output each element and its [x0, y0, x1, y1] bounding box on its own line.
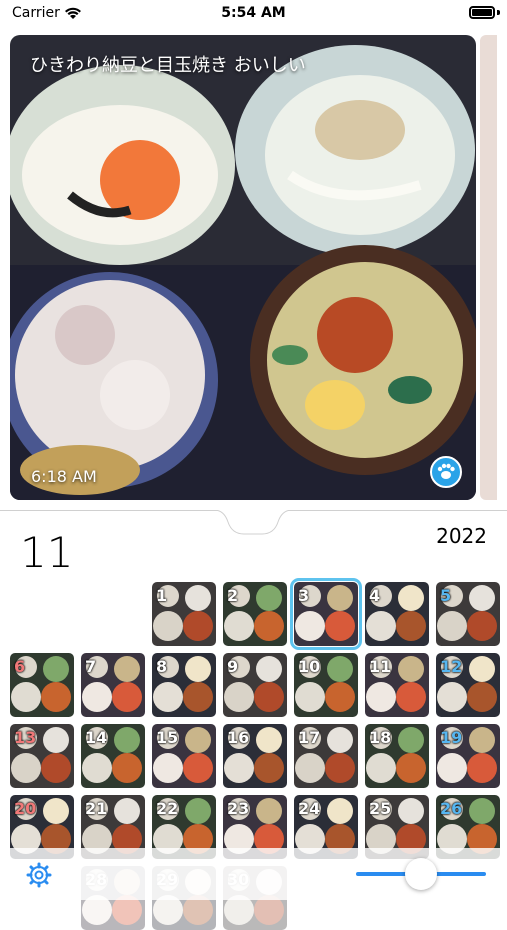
day-number: 8 — [156, 657, 168, 676]
calendar-day-14[interactable]: 14 — [81, 724, 145, 788]
photo-time: 6:18 AM — [31, 467, 97, 486]
calendar-day-13[interactable]: 13 — [10, 724, 74, 788]
year-label: 2022 — [436, 524, 487, 548]
calendar-day-9[interactable]: 9 — [223, 653, 287, 717]
day-number: 9 — [227, 657, 239, 676]
calendar-day-7[interactable]: 7 — [81, 653, 145, 717]
day-number: 14 — [85, 728, 108, 747]
calendar-day-2[interactable]: 2 — [223, 582, 287, 646]
photo-caption: ひきわり納豆と目玉焼き おいしい — [30, 55, 306, 76]
calendar-day-8[interactable]: 8 — [152, 653, 216, 717]
next-photo-peek[interactable] — [480, 35, 497, 500]
day-number: 3 — [298, 586, 310, 605]
day-number: 12 — [440, 657, 463, 676]
calendar-day-6[interactable]: 6 — [10, 653, 74, 717]
battery-tip — [497, 10, 500, 15]
day-number: 15 — [156, 728, 179, 747]
day-number: 23 — [227, 799, 250, 818]
calendar-day-11[interactable]: 11 — [365, 653, 429, 717]
calendar-day-18[interactable]: 18 — [365, 724, 429, 788]
calendar-day-3[interactable]: 3 — [290, 578, 362, 650]
day-number: 20 — [14, 799, 37, 818]
calendar-day-10[interactable]: 10 — [294, 653, 358, 717]
paw-icon[interactable] — [430, 456, 462, 488]
day-number: 22 — [156, 799, 179, 818]
hero-photo[interactable]: ひきわり納豆と目玉焼き おいしい 6:18 AM — [10, 35, 476, 500]
calendar-day-19[interactable]: 19 — [436, 724, 500, 788]
day-number: 16 — [227, 728, 250, 747]
calendar-day-1[interactable]: 1 — [152, 582, 216, 646]
battery-icon — [469, 6, 495, 19]
paw-glyph — [437, 463, 455, 479]
day-number: 10 — [298, 657, 321, 676]
day-number: 19 — [440, 728, 463, 747]
calendar-day-16[interactable]: 16 — [223, 724, 287, 788]
day-number: 21 — [85, 799, 108, 818]
day-number: 25 — [369, 799, 392, 818]
day-number: 24 — [298, 799, 321, 818]
calendar-day-15[interactable]: 15 — [152, 724, 216, 788]
day-number: 2 — [227, 586, 239, 605]
month-label: 11 — [20, 528, 74, 577]
calendar-day-12[interactable]: 12 — [436, 653, 500, 717]
day-number: 1 — [156, 586, 168, 605]
calendar-day-17[interactable]: 17 — [294, 724, 358, 788]
day-number: 7 — [85, 657, 97, 676]
gear-icon[interactable] — [26, 862, 52, 888]
pull-tab[interactable] — [214, 510, 292, 538]
day-number: 5 — [440, 586, 452, 605]
zoom-slider-knob[interactable] — [405, 858, 437, 890]
day-number: 26 — [440, 799, 463, 818]
calendar-day-4[interactable]: 4 — [365, 582, 429, 646]
bottom-toolbar — [0, 848, 507, 900]
day-number: 4 — [369, 586, 381, 605]
day-number: 11 — [369, 657, 392, 676]
calendar-day-5[interactable]: 5 — [436, 582, 500, 646]
day-number: 6 — [14, 657, 26, 676]
clock: 5:54 AM — [221, 5, 286, 21]
meal-photo — [10, 35, 476, 500]
day-number: 13 — [14, 728, 37, 747]
day-number: 17 — [298, 728, 321, 747]
day-number: 18 — [369, 728, 392, 747]
status-bar: Carrier 5:54 AM — [0, 0, 507, 28]
